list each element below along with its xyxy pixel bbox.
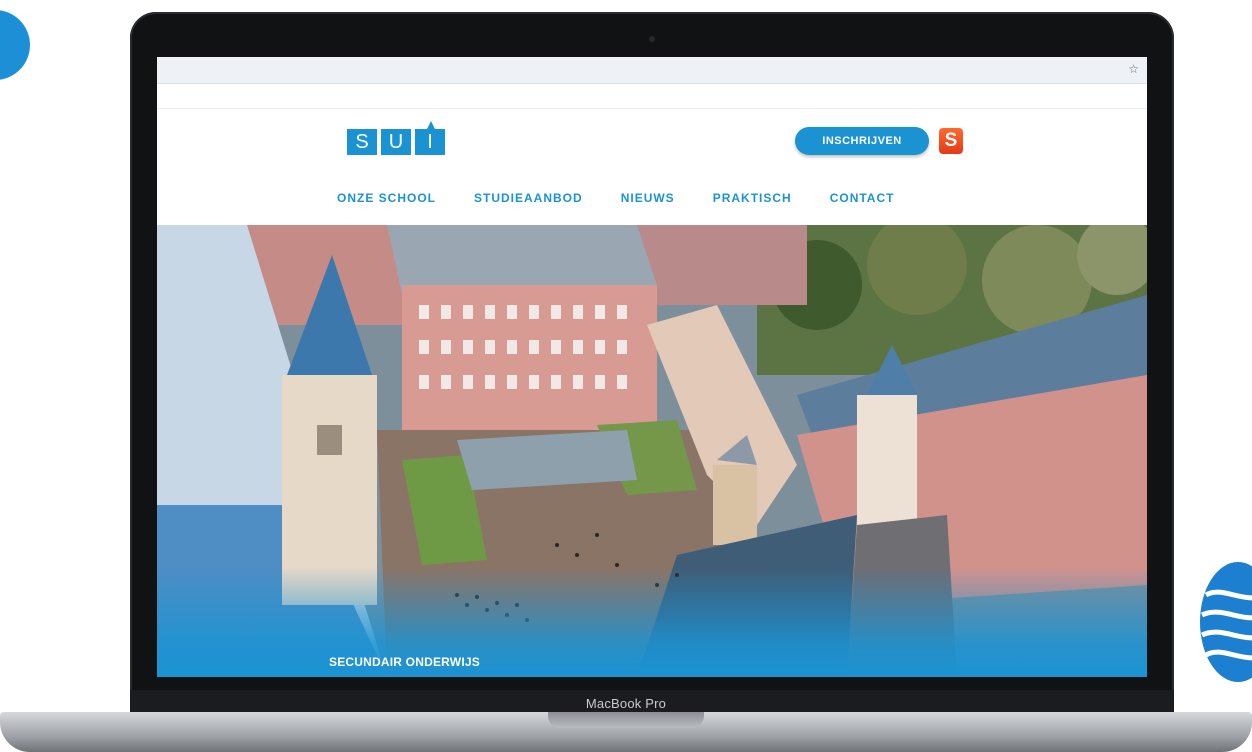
laptop-notch [548, 712, 704, 728]
nav-item-contact[interactable]: CONTACT [830, 191, 895, 205]
browser-spacer [157, 84, 1147, 109]
hero-image [157, 225, 1147, 677]
laptop-screen: ☆ S U I INSCHRIJVEN S ONZE SCHOOL STUDIE… [157, 57, 1147, 677]
device-label: MacBook Pro [585, 696, 667, 711]
logo-letter: S [347, 129, 377, 155]
nav-item-onze-school[interactable]: ONZE SCHOOL [337, 191, 436, 205]
camera [649, 36, 655, 42]
nav-item-studieaanbod[interactable]: STUDIEAANBOD [474, 191, 583, 205]
hero-overlay [157, 567, 1147, 677]
logo-letter: I [415, 121, 445, 155]
star-icon[interactable]: ☆ [1128, 62, 1139, 76]
hero-caption[interactable]: SECUNDAIR ONDERWIJS [329, 655, 480, 669]
main-nav: ONZE SCHOOL STUDIEAANBOD NIEUWS PRAKTISC… [337, 191, 894, 205]
smartschool-icon[interactable]: S [939, 128, 963, 154]
site-logo[interactable]: S U I [347, 121, 445, 155]
decorative-wave-logo [1200, 562, 1252, 682]
browser-toolbar: ☆ [157, 57, 1147, 84]
inschrijven-button[interactable]: INSCHRIJVEN [795, 127, 929, 155]
nav-item-praktisch[interactable]: PRAKTISCH [713, 191, 792, 205]
decorative-circle [0, 10, 30, 80]
site-header: S U I INSCHRIJVEN S ONZE SCHOOL STUDIEAA… [157, 109, 1147, 225]
logo-letter: U [381, 129, 411, 155]
nav-item-nieuws[interactable]: NIEUWS [621, 191, 675, 205]
page: ☆ S U I INSCHRIJVEN S ONZE SCHOOL STUDIE… [0, 0, 1252, 752]
